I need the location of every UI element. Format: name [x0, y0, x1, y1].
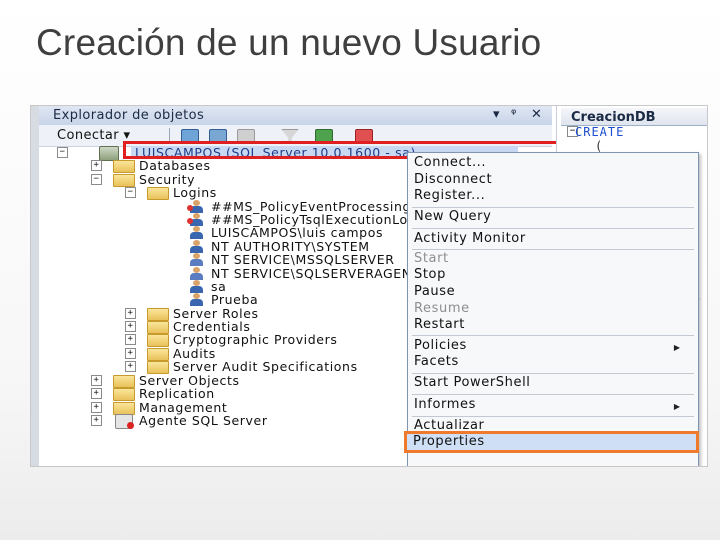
expand-icon[interactable]: + — [125, 321, 136, 332]
expand-icon[interactable]: + — [125, 361, 136, 372]
menu-item-stop[interactable]: Stop — [414, 267, 446, 283]
menu-item-resume[interactable]: Resume — [414, 301, 470, 317]
folder-icon — [113, 375, 135, 388]
close-icon[interactable]: ✕ — [531, 107, 542, 122]
connect-button[interactable]: Conectar ▾ — [57, 128, 130, 143]
menu-item-policies[interactable]: Policies — [414, 338, 467, 354]
login-icon — [189, 293, 203, 306]
dropdown-icon[interactable]: ▾ — [493, 107, 500, 122]
expand-icon[interactable]: + — [91, 160, 102, 171]
login-icon — [189, 240, 203, 253]
menu-separator — [412, 416, 694, 417]
menu-item-start-powershell[interactable]: Start PowerShell — [414, 375, 531, 391]
login-warning-icon — [187, 213, 203, 226]
server-context-menu: Connect... Disconnect Register... New Qu… — [407, 152, 699, 466]
folder-icon — [113, 388, 135, 401]
editor-tab[interactable]: CreacionDB — [561, 108, 707, 126]
menu-separator — [412, 335, 694, 336]
menu-item-pause[interactable]: Pause — [414, 284, 455, 300]
submenu-arrow-icon: ▶ — [673, 402, 680, 411]
databases-label: Databases — [139, 158, 211, 173]
object-explorer-title: Explorador de objetos — [53, 108, 205, 123]
editor-tab-title: CreacionDB — [571, 110, 656, 125]
login-label: LUISCAMPOS\luis campos — [211, 225, 384, 240]
folder-label: Replication — [139, 386, 215, 401]
expand-icon[interactable]: + — [125, 334, 136, 345]
menu-item-properties[interactable]: Properties — [413, 434, 485, 450]
pin-icon[interactable]: ᵠ — [511, 107, 516, 122]
login-label: NT SERVICE\SQLSERVERAGENT — [211, 266, 420, 281]
login-group-icon — [189, 253, 203, 266]
collapse-icon[interactable]: − — [91, 174, 102, 185]
menu-item-start[interactable]: Start — [414, 251, 449, 267]
menu-item-disconnect[interactable]: Disconnect — [414, 172, 492, 188]
submenu-arrow-icon: ▶ — [673, 343, 680, 352]
folder-label: Server Audit Specifications — [173, 359, 358, 374]
folder-icon — [113, 174, 135, 187]
server-icon — [99, 146, 119, 161]
login-icon — [189, 226, 203, 239]
code-line: CREATE — [575, 125, 625, 139]
login-icon — [189, 280, 203, 293]
properties-highlight-box[interactable]: Properties — [404, 431, 699, 453]
menu-item-restart[interactable]: Restart — [414, 317, 465, 333]
login-label: Prueba — [211, 292, 259, 307]
menu-item-new-query[interactable]: New Query — [414, 209, 491, 225]
folder-icon — [147, 308, 169, 321]
folder-icon — [147, 334, 169, 347]
logins-label: Logins — [173, 185, 217, 200]
collapse-icon[interactable]: − — [125, 187, 136, 198]
folder-label: Cryptographic Providers — [173, 332, 338, 347]
folder-icon — [147, 348, 169, 361]
agent-label: Agente SQL Server — [139, 413, 268, 428]
collapse-icon[interactable]: − — [57, 147, 68, 158]
folder-icon — [113, 160, 135, 173]
menu-item-register[interactable]: Register... — [414, 188, 485, 204]
code-line: ( — [595, 139, 604, 153]
menu-item-connect[interactable]: Connect... — [414, 155, 486, 171]
menu-item-informes[interactable]: Informes — [414, 397, 476, 413]
window-left-edge — [31, 106, 39, 466]
folder-icon — [147, 321, 169, 334]
expand-icon[interactable]: + — [91, 375, 102, 386]
expand-icon[interactable]: + — [125, 308, 136, 319]
login-warning-icon — [187, 200, 203, 213]
login-label: NT SERVICE\MSSQLSERVER — [211, 252, 395, 267]
folder-icon — [147, 187, 169, 200]
login-group-icon — [189, 267, 203, 280]
menu-separator — [412, 207, 694, 208]
menu-separator — [412, 228, 694, 229]
menu-item-facets[interactable]: Facets — [414, 354, 459, 370]
menu-separator — [412, 373, 694, 374]
expand-icon[interactable]: + — [91, 415, 102, 426]
ssms-screenshot: Explorador de objetos ▾ ᵠ ✕ Conectar ▾ −… — [30, 105, 708, 467]
expand-icon[interactable]: + — [125, 348, 136, 359]
expand-icon[interactable]: + — [91, 402, 102, 413]
menu-item-activity-monitor[interactable]: Activity Monitor — [414, 231, 526, 247]
menu-separator — [412, 394, 694, 395]
agent-stopped-icon — [115, 414, 134, 429]
menu-separator — [412, 249, 694, 250]
object-explorer-titlebar: Explorador de objetos ▾ ᵠ ✕ — [39, 106, 552, 126]
expand-icon[interactable]: + — [91, 388, 102, 399]
slide-title: Creación de un nuevo Usuario — [36, 22, 542, 63]
